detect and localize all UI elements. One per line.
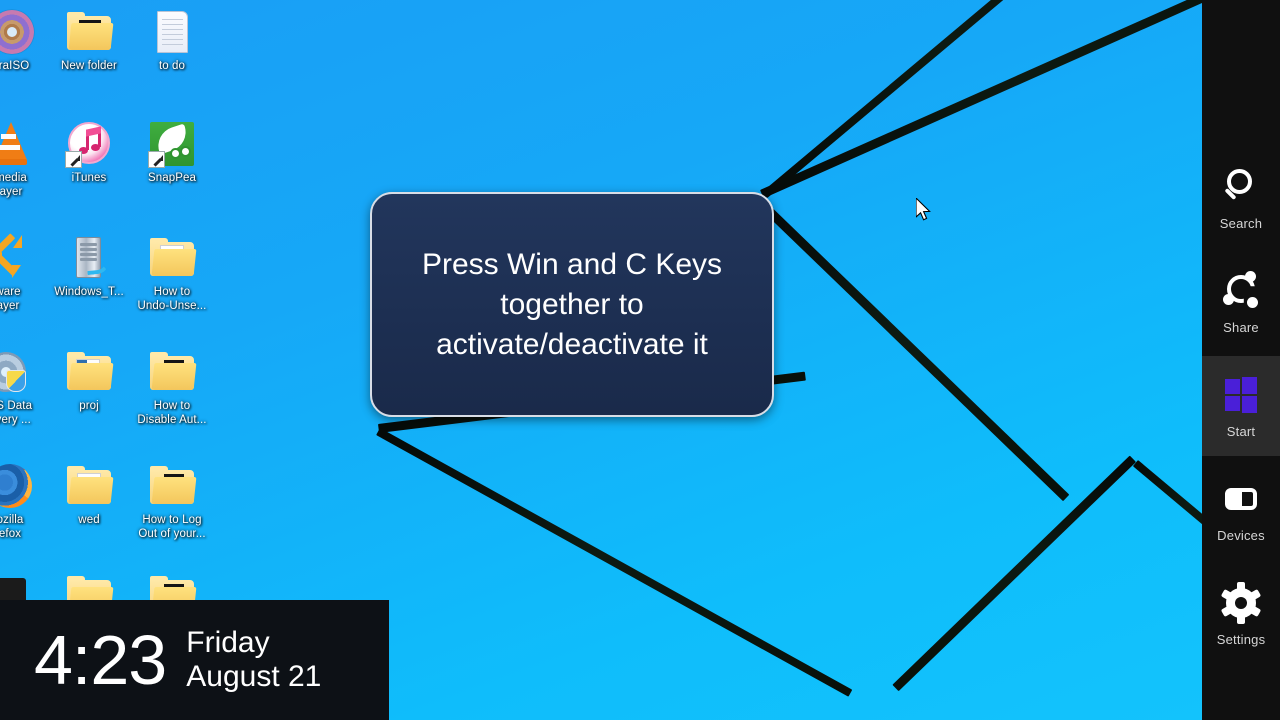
vlc-cone-icon xyxy=(0,120,35,168)
charm-label: Settings xyxy=(1216,632,1266,647)
folder-icon xyxy=(65,8,114,56)
desktop-icon-how-to-log-out[interactable]: How to Log Out of your... xyxy=(120,462,224,541)
yellow-arrows-icon xyxy=(0,233,32,282)
pc-tower-icon xyxy=(65,234,113,282)
charm-settings[interactable]: Settings xyxy=(1202,564,1280,664)
firefox-icon xyxy=(0,462,34,510)
desktop-icon-label: How to Undo-Unse... xyxy=(137,286,207,312)
itunes-icon xyxy=(65,120,113,168)
desktop-icon-to-do[interactable]: to do xyxy=(120,8,224,74)
folder-icon xyxy=(148,234,197,282)
charm-label: Search xyxy=(1219,216,1263,231)
shortcut-arrow-overlay xyxy=(65,151,82,168)
windows-logo-icon xyxy=(1219,373,1263,417)
clock-time: 4:23 xyxy=(34,621,167,699)
charms-bar: Search Share Start Devices Settings xyxy=(1202,0,1280,720)
folder-icon xyxy=(65,348,114,396)
clock-month-day: August 21 xyxy=(186,660,322,693)
mouse-cursor xyxy=(916,198,931,221)
shortcut-arrow-overlay xyxy=(148,151,165,168)
desktop-icon-label: SnapPea xyxy=(147,172,197,184)
desktop-icon-label: How to Disable Aut... xyxy=(137,400,207,426)
charm-search[interactable]: Search xyxy=(1202,148,1280,248)
share-icon xyxy=(1219,269,1263,313)
desktop-icon-how-to-undo-unse[interactable]: How to Undo-Unse... xyxy=(120,234,224,313)
text-document-icon xyxy=(148,8,196,56)
folder-icon xyxy=(65,462,114,510)
instruction-callout: Press Win and C Keys together to activat… xyxy=(370,192,774,417)
data-recovery-icon xyxy=(0,348,34,396)
desktop-icon-how-to-disable-aut[interactable]: How to Disable Aut... xyxy=(120,348,224,427)
charm-share[interactable]: Share xyxy=(1202,252,1280,352)
charm-devices[interactable]: Devices xyxy=(1202,460,1280,560)
snappea-icon xyxy=(148,120,196,168)
desktop-icon-label: How to Log Out of your... xyxy=(138,514,206,540)
disc-icon xyxy=(0,8,38,56)
clock-day: Friday xyxy=(186,626,270,659)
gear-icon xyxy=(1219,581,1263,625)
clock-widget: 4:23 Friday August 21 xyxy=(0,600,389,720)
desktop-screen: raISO New folder to do medi xyxy=(0,0,1280,720)
charm-start[interactable]: Start xyxy=(1202,356,1280,456)
charm-label: Devices xyxy=(1217,528,1265,543)
desktop-icon-label: to do xyxy=(158,60,186,72)
clock-date: Friday August 21 xyxy=(186,626,321,694)
folder-icon xyxy=(148,462,197,510)
search-icon xyxy=(1219,165,1263,209)
folder-icon xyxy=(148,348,197,396)
charm-label: Start xyxy=(1226,424,1256,439)
devices-icon xyxy=(1219,477,1263,521)
callout-text: Press Win and C Keys together to activat… xyxy=(421,247,723,361)
charm-label: Share xyxy=(1223,320,1259,335)
desktop-icon-snappea[interactable]: SnapPea xyxy=(120,120,224,186)
